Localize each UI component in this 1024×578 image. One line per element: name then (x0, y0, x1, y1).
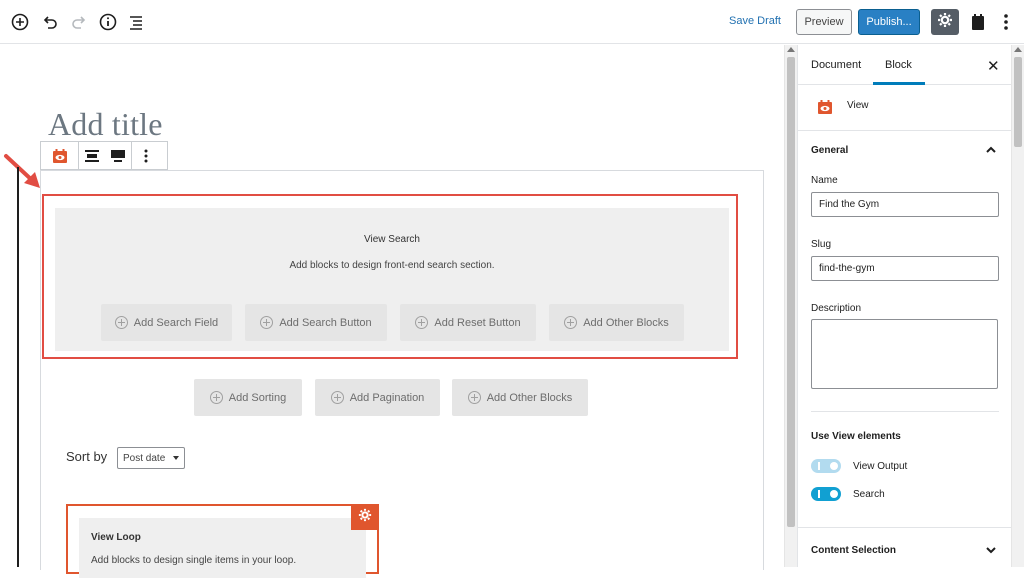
align-full-icon[interactable] (105, 142, 131, 169)
save-draft-button[interactable]: Save Draft (729, 15, 781, 27)
search-toggle[interactable] (811, 487, 841, 501)
plus-circle-icon (415, 316, 429, 329)
name-label: Name (811, 175, 838, 186)
more-options-icon[interactable] (132, 142, 160, 169)
add-other-blocks-button[interactable]: Add Other Blocks (549, 304, 684, 341)
add-other-blocks-button-2[interactable]: Add Other Blocks (452, 379, 588, 416)
sort-by-value: Post date (123, 452, 166, 464)
view-search-title: View Search (364, 234, 420, 245)
scrollbar-thumb[interactable] (1014, 57, 1022, 147)
sidebar-tabs: Document Block ✕ (798, 45, 1012, 85)
view-block-left-border (17, 167, 19, 567)
button-label: Add Pagination (349, 391, 425, 404)
add-sorting-button[interactable]: Add Sorting (194, 379, 302, 416)
post-title-input[interactable]: Add title (48, 106, 163, 143)
add-search-field-button[interactable]: Add Search Field (101, 304, 232, 341)
plus-circle-icon (209, 391, 223, 404)
button-label: Add Sorting (228, 391, 287, 404)
scrollbar-thumb[interactable] (787, 57, 795, 527)
search-label: Search (853, 489, 885, 500)
info-icon[interactable] (98, 12, 118, 32)
plus-circle-icon (260, 316, 274, 329)
view-block-icon (817, 99, 833, 120)
block-card-title: View (847, 100, 869, 111)
sort-by-select[interactable]: Post date (117, 447, 185, 469)
scroll-up-icon (787, 47, 795, 52)
redo-icon[interactable] (69, 12, 89, 32)
button-label: Add Search Button (279, 316, 372, 329)
tab-block[interactable]: Block (885, 59, 912, 71)
add-block-icon[interactable] (10, 12, 30, 32)
more-vertical-icon[interactable] (996, 12, 1016, 32)
toggle-on-icon (818, 490, 820, 498)
add-reset-button-button[interactable]: Add Reset Button (400, 304, 536, 341)
editor-header: Save Draft Preview Publish... (0, 0, 1024, 44)
plus-circle-icon (330, 391, 344, 404)
name-field[interactable]: Find the Gym (811, 192, 999, 217)
toggle-on-icon (818, 462, 820, 470)
editor-scrollbar[interactable] (784, 45, 797, 567)
divider (811, 411, 999, 412)
slug-field[interactable]: find-the-gym (811, 256, 999, 281)
settings-button[interactable] (931, 9, 959, 35)
plus-circle-icon (564, 316, 578, 329)
toggle-knob (830, 490, 838, 498)
add-search-button-button[interactable]: Add Search Button (245, 304, 387, 341)
view-loop-inner: View Loop Add blocks to design single it… (79, 518, 366, 578)
button-label: Add Other Blocks (583, 316, 669, 329)
description-label: Description (811, 303, 862, 314)
sort-by-label: Sort by (66, 449, 108, 464)
view-output-label: View Output (853, 461, 908, 472)
button-label: Add Search Field (133, 316, 219, 329)
undo-icon[interactable] (40, 12, 60, 32)
slug-label: Slug (811, 239, 832, 250)
add-pagination-button[interactable]: Add Pagination (315, 379, 440, 416)
chevron-down-icon (173, 456, 179, 460)
toolset-icon[interactable] (968, 12, 988, 32)
preview-button[interactable]: Preview (796, 9, 852, 35)
settings-sidebar: Document Block ✕ View General Name Find … (797, 45, 1012, 567)
view-output-toggle[interactable] (811, 459, 841, 473)
block-navigation-icon[interactable] (126, 12, 146, 32)
tab-document[interactable]: Document (811, 59, 861, 71)
close-icon[interactable]: ✕ (987, 57, 1000, 75)
chevron-down-icon[interactable] (985, 543, 997, 561)
scroll-up-icon (1014, 47, 1022, 52)
button-label: Add Reset Button (434, 316, 521, 329)
loop-settings-button[interactable] (351, 504, 379, 530)
view-loop-section[interactable]: View Loop Add blocks to design single it… (66, 504, 379, 578)
general-panel-title[interactable]: General (811, 145, 848, 156)
view-loop-title: View Loop (91, 532, 141, 543)
publish-button[interactable]: Publish... (858, 9, 920, 35)
view-search-section[interactable]: View Search Add blocks to design front-e… (42, 194, 738, 359)
view-search-inner: View Search Add blocks to design front-e… (55, 208, 729, 351)
view-elements-heading: Use View elements (811, 431, 901, 442)
sidebar-scrollbar[interactable] (1011, 45, 1024, 567)
block-toolbar (40, 141, 168, 170)
chevron-up-icon[interactable] (985, 143, 997, 161)
active-tab-indicator (873, 82, 925, 85)
content-selection-title: Content Selection (811, 545, 897, 556)
plus-circle-icon (467, 391, 481, 404)
view-search-subtitle: Add blocks to design front-end search se… (289, 260, 495, 271)
gear-icon (358, 508, 372, 527)
gear-icon (937, 12, 953, 33)
plus-circle-icon (114, 316, 128, 329)
block-card: View (798, 86, 1012, 131)
toggle-knob (830, 462, 838, 470)
align-wide-icon[interactable] (79, 142, 105, 169)
description-field[interactable] (811, 319, 998, 389)
content-selection-panel[interactable]: Content Selection (798, 527, 1012, 567)
button-label: Add Other Blocks (486, 391, 573, 404)
view-loop-subtitle: Add blocks to design single items in you… (91, 555, 297, 566)
